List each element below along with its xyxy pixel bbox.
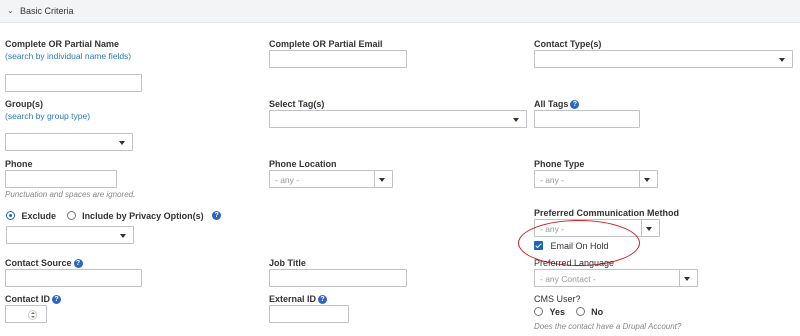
contact-source-label: Contact Source xyxy=(5,258,72,268)
contact-id-input[interactable] xyxy=(5,305,47,323)
cms-user-note: Does the contact have a Drupal Account? xyxy=(534,322,682,331)
chevron-down-icon xyxy=(117,230,129,242)
phone-label: Phone xyxy=(5,159,33,169)
help-icon[interactable]: ? xyxy=(73,259,83,269)
cms-yes-label: Yes xyxy=(549,306,566,317)
include-label: Include by Privacy Option(s) xyxy=(82,210,204,221)
phone-type-select[interactable]: - any - xyxy=(534,170,658,188)
job-title-input[interactable] xyxy=(269,269,407,287)
chevron-down-icon xyxy=(641,174,653,186)
contact-source-label-wrap: Contact Source? xyxy=(5,258,83,269)
phone-input[interactable] xyxy=(5,170,117,188)
external-id-label: External ID xyxy=(269,294,317,304)
group-label: Group(s) xyxy=(5,99,43,109)
group-select[interactable] xyxy=(5,133,133,151)
pref-lang-select[interactable]: - any Contact - xyxy=(534,269,698,287)
contact-type-label: Contact Type(s) xyxy=(534,39,602,49)
all-tags-label-wrap: All Tags? xyxy=(534,99,580,110)
chevron-down-icon xyxy=(681,273,693,285)
cms-no-radio[interactable] xyxy=(575,307,585,317)
external-id-input[interactable] xyxy=(269,305,349,323)
privacy-options-select[interactable] xyxy=(6,226,134,244)
section-title: Basic Criteria xyxy=(20,6,74,16)
phone-location-select[interactable]: - any - xyxy=(269,170,393,188)
cms-no-label: No xyxy=(591,306,604,317)
pref-lang-label: Preferred Language xyxy=(534,258,615,268)
tags-label: Select Tag(s) xyxy=(269,99,325,109)
select-divider xyxy=(639,171,640,187)
privacy-options: Exclude Include by Privacy Option(s) ? xyxy=(6,210,222,221)
external-id-label-wrap: External ID? xyxy=(269,294,328,305)
name-label: Complete OR Partial Name xyxy=(5,39,120,49)
tags-select[interactable] xyxy=(269,110,527,128)
chevron-down-icon xyxy=(776,54,788,66)
spinner-icon[interactable] xyxy=(28,310,37,320)
name-fields-link[interactable]: (search by individual name fields) xyxy=(5,51,131,61)
chevron-down-icon xyxy=(510,114,522,126)
email-label: Complete OR Partial Email xyxy=(269,39,383,49)
contact-source-input[interactable] xyxy=(5,269,142,287)
cms-user-label: CMS User? xyxy=(534,294,581,304)
select-divider xyxy=(641,220,642,236)
help-icon[interactable]: ? xyxy=(318,295,328,305)
cms-user-options: Yes No xyxy=(534,306,603,317)
email-input[interactable] xyxy=(269,50,407,68)
exclude-label: Exclude xyxy=(21,210,57,221)
contact-id-label: Contact ID xyxy=(5,294,50,304)
phone-type-value: - any - xyxy=(540,175,565,185)
exclude-radio[interactable] xyxy=(6,211,15,221)
pref-lang-value: - any Contact - xyxy=(540,274,596,284)
contact-id-label-wrap: Contact ID? xyxy=(5,294,61,305)
help-icon[interactable]: ? xyxy=(52,295,61,305)
include-radio[interactable] xyxy=(66,211,76,221)
help-icon[interactable]: ? xyxy=(212,211,222,221)
contact-type-select[interactable] xyxy=(534,50,793,68)
select-divider xyxy=(374,171,375,187)
all-tags-input[interactable] xyxy=(534,110,640,128)
select-divider xyxy=(679,270,680,286)
job-title-label: Job Title xyxy=(269,258,306,268)
phone-location-label: Phone Location xyxy=(269,159,337,169)
chevron-down-icon xyxy=(643,223,655,235)
phone-type-label: Phone Type xyxy=(534,159,585,169)
cms-yes-radio[interactable] xyxy=(534,307,543,317)
help-icon[interactable]: ? xyxy=(570,100,580,110)
all-tags-label: All Tags xyxy=(534,99,569,109)
chevron-down-icon: ⌄ xyxy=(7,6,14,15)
chevron-down-icon xyxy=(116,137,128,149)
group-type-link[interactable]: (search by group type) xyxy=(5,111,90,121)
pref-comm-label: Preferred Communication Method xyxy=(534,208,680,218)
section-header[interactable]: ⌄ Basic Criteria xyxy=(0,0,800,23)
name-input[interactable] xyxy=(5,74,142,92)
chevron-down-icon xyxy=(376,174,388,186)
phone-location-value: - any - xyxy=(275,175,300,185)
phone-note: Punctuation and spaces are ignored. xyxy=(5,190,136,199)
